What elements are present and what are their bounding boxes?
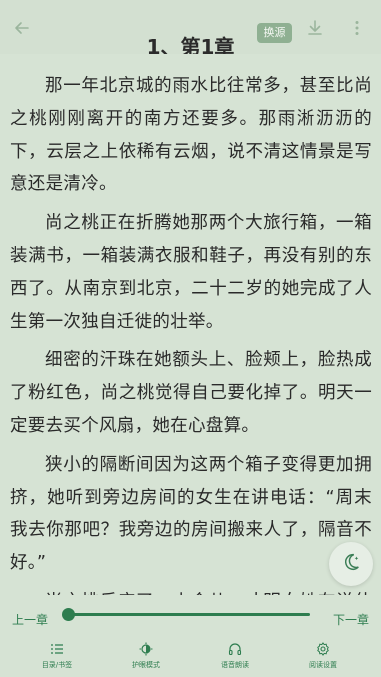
reading-content[interactable]: 那一年北京城的雨水比往常多，甚至比尚之桃刚刚离开的南方还要多。那雨淅沥沥的下，云… (10, 70, 372, 595)
list-icon (27, 642, 87, 656)
paragraph: 狭小的隔断间因为这两个箱子变得更加拥挤，她听到旁边房间的女生在讲电话：“周末我去… (10, 454, 372, 574)
paragraph: 那一年北京城的雨水比往常多，甚至比尚之桃刚刚离开的南方还要多。那雨淅沥沥的下，云… (10, 76, 372, 195)
brightness-icon (116, 642, 176, 656)
slider-thumb[interactable] (62, 608, 75, 621)
tab-eye-care[interactable]: 护眼模式 (116, 642, 176, 670)
gear-icon (293, 642, 353, 656)
tab-read-aloud[interactable]: 语音朗读 (205, 642, 265, 670)
tab-label: 阅读设置 (309, 661, 337, 669)
headphones-icon (205, 642, 265, 656)
paragraph: 细密的汗珠在她额头上、脸颊上，脸热成了粉红色，尚之桃觉得自己要化掉了。明天一定要… (10, 350, 372, 436)
moon-icon (340, 551, 362, 577)
tab-settings[interactable]: 阅读设置 (293, 642, 353, 670)
next-chapter-button[interactable]: 下一章 (333, 611, 369, 628)
chapter-title: 1、第1章 (146, 36, 235, 54)
tab-label: 目录/书签 (41, 661, 73, 669)
tab-label: 护眼模式 (132, 661, 160, 669)
chapter-progress-slider[interactable] (67, 613, 310, 616)
paragraph: 尚之桃正在折腾她那两个大旅行箱，一箱装满书，一箱装满衣服和鞋子，再没有别的东西了… (10, 213, 372, 332)
paragraph: 尚之桃反应了一小会儿，才明白她在说什么 (10, 586, 372, 595)
tab-catalog[interactable]: 目录/书签 (27, 642, 87, 670)
tab-label: 语音朗读 (221, 661, 249, 669)
night-mode-button[interactable] (329, 542, 373, 586)
prev-chapter-button[interactable]: 上一章 (12, 611, 48, 628)
